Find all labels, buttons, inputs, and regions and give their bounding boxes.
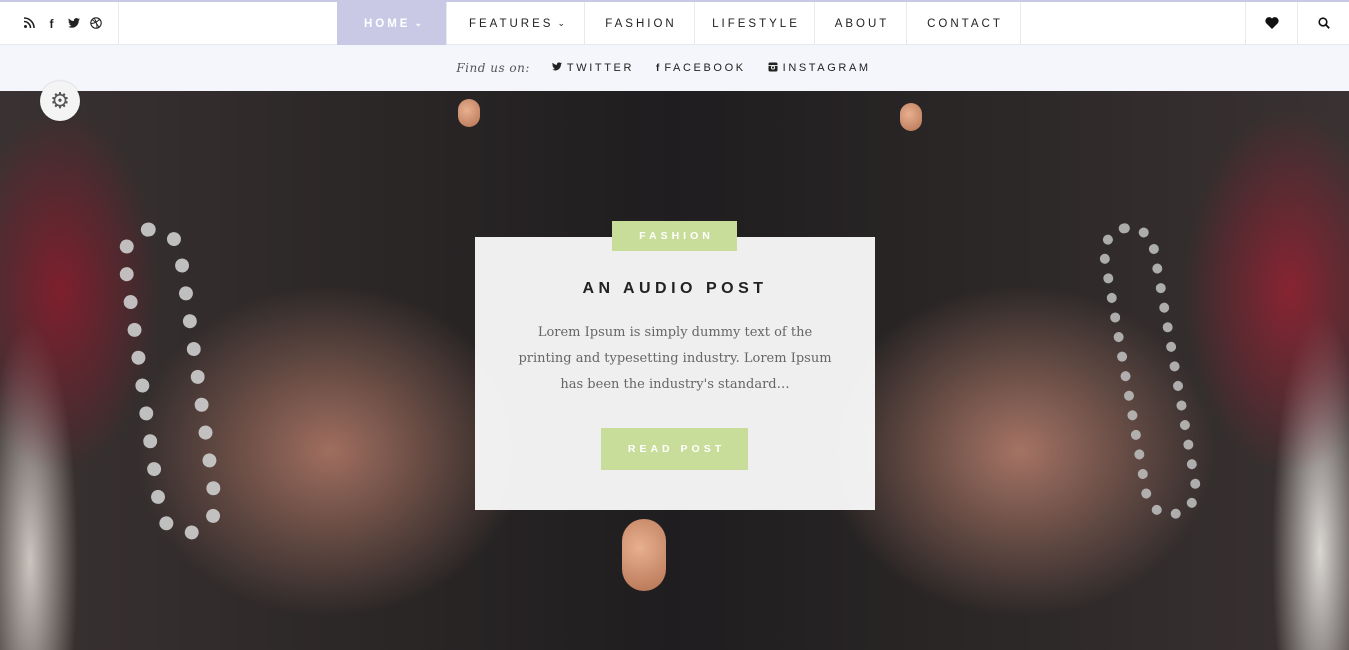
- find-us-label: Find us on:: [456, 61, 530, 75]
- menu-item-about[interactable]: ABOUT: [815, 2, 907, 45]
- top-navigation-bar: f HOME ⌄ FEATURES ⌄ FASHION LIFESTYLE ABOU…: [0, 0, 1349, 45]
- main-menu: HOME ⌄ FEATURES ⌄ FASHION LIFESTYLE ABOUT …: [337, 2, 1021, 45]
- instagram-link-label: INSTAGRAM: [782, 62, 871, 74]
- post-title[interactable]: AN AUDIO POST: [475, 280, 875, 298]
- facebook-icon: f: [656, 62, 660, 74]
- menu-label: HOME: [363, 17, 411, 30]
- post-excerpt: Lorem Ipsum is simply dummy text of the …: [518, 325, 832, 392]
- gear-icon: ⚙: [50, 88, 70, 113]
- twitter-icon: [551, 62, 562, 74]
- menu-item-contact[interactable]: CONTACT: [907, 2, 1021, 45]
- chevron-down-icon: ⌄: [414, 18, 423, 28]
- menu-label: FEATURES: [468, 17, 554, 30]
- twitter-link-label: TWITTER: [566, 62, 634, 74]
- facebook-link[interactable]: f FACEBOOK: [656, 62, 746, 74]
- hero-image-detail: [900, 103, 922, 131]
- instagram-icon: [768, 62, 778, 75]
- read-post-button[interactable]: READ POST: [601, 428, 748, 470]
- favorites-button[interactable]: [1245, 2, 1297, 45]
- rss-icon[interactable]: [23, 17, 36, 30]
- category-tag[interactable]: FASHION: [612, 221, 737, 251]
- hero-image-detail: [622, 519, 666, 591]
- search-button[interactable]: [1297, 2, 1349, 45]
- search-icon: [1317, 16, 1330, 32]
- hero-image-detail: [113, 217, 227, 545]
- facebook-icon[interactable]: f: [45, 18, 58, 30]
- heart-icon: [1264, 16, 1279, 32]
- settings-button[interactable]: ⚙: [40, 81, 80, 121]
- instagram-link[interactable]: INSTAGRAM: [768, 62, 871, 75]
- hero-image-detail: [1094, 218, 1206, 524]
- menu-label: ABOUT: [834, 17, 890, 30]
- menu-item-home[interactable]: HOME ⌄: [337, 2, 447, 45]
- find-us-bar: Find us on: TWITTER f FACEBOOK INSTAGRAM: [0, 45, 1349, 91]
- menu-label: LIFESTYLE: [712, 17, 800, 30]
- chevron-down-icon: ⌄: [557, 18, 566, 28]
- menu-item-lifestyle[interactable]: LIFESTYLE: [695, 2, 815, 45]
- dribbble-icon[interactable]: [89, 16, 102, 31]
- menu-label: CONTACT: [927, 17, 1003, 30]
- menu-item-features[interactable]: FEATURES ⌄: [447, 2, 585, 45]
- social-icons-group: f: [0, 2, 119, 45]
- featured-post-card: AN AUDIO POST Lorem Ipsum is simply dumm…: [475, 237, 875, 510]
- twitter-link[interactable]: TWITTER: [551, 62, 634, 74]
- hero-image-detail: [458, 99, 480, 127]
- menu-label: FASHION: [605, 17, 677, 30]
- header-actions: [1245, 2, 1349, 45]
- menu-item-fashion[interactable]: FASHION: [585, 2, 695, 45]
- facebook-link-label: FACEBOOK: [664, 62, 746, 74]
- twitter-icon[interactable]: [67, 17, 80, 30]
